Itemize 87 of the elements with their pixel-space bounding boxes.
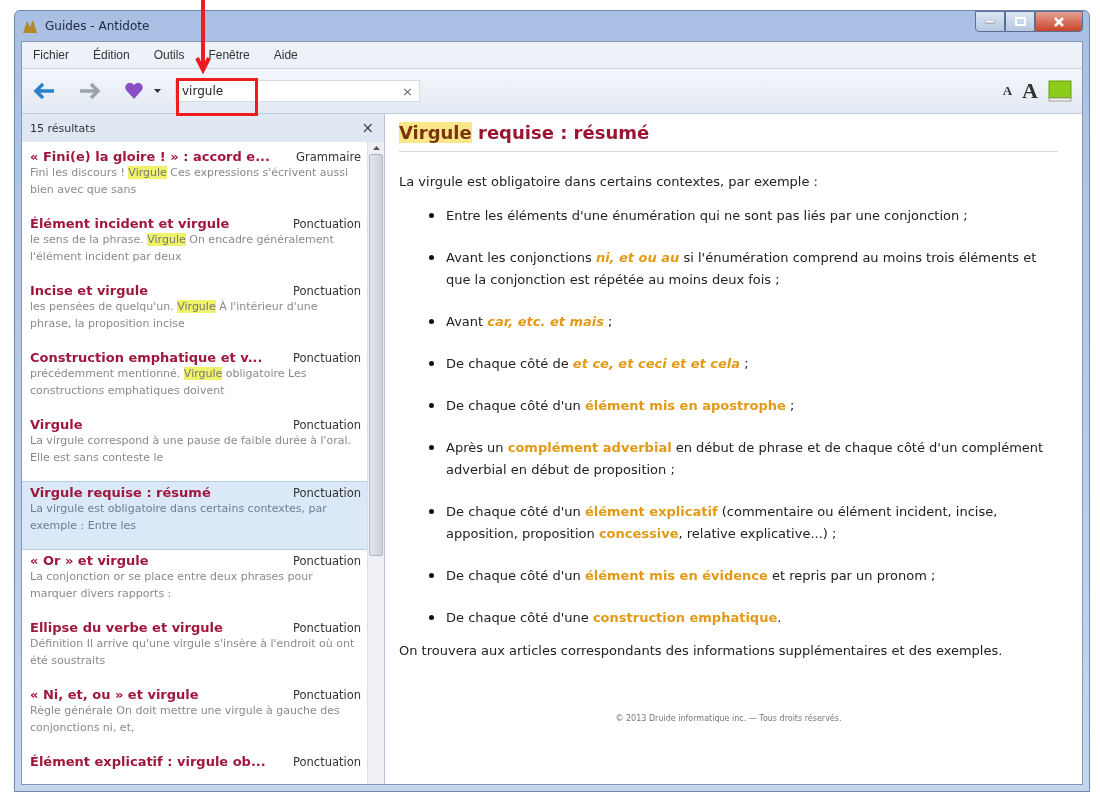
result-title: « Ni, et, ou » et virgule [30,687,199,702]
scrollbar-thumb[interactable] [369,154,383,556]
maximize-icon [1014,17,1026,26]
bullet-icon [429,319,434,324]
result-item[interactable]: Élément incident et virgule Ponctuation le sens de la phrase. Virgule On encadre généralement l'élément incident par deux [22,213,367,280]
result-snippet: La conjonction or se place entre deux phrases pour marquer divers rapports : [30,569,314,602]
result-item[interactable]: Ellipse du verbe et virgule Ponctuation Définition Il arrive qu'une virgule s'insère à l'endroit où ont été soustraits [22,617,367,684]
result-item[interactable]: Élément explicatif : virgule ob... Ponctuation [22,751,367,784]
menu-item[interactable]: Fenêtre [203,46,255,64]
result-title: Ellipse du verbe et virgule [30,620,223,635]
result-category: Ponctuation [292,486,361,500]
bullet-icon [429,361,434,366]
result-title: « Fini(e) la gloire ! » : accord e... [30,149,270,164]
result-snippet: La virgule est obligatoire dans certains contextes, par exemple : Entre les [30,501,328,534]
article-intro: La virgule est obligatoire dans certains contextes, par exemple : [399,174,819,189]
minimize-icon [985,19,995,24]
close-results-button[interactable]: × [361,119,374,137]
result-item[interactable]: Virgule Ponctuation La virgule correspond à une pause de faible durée à l'oral. Elle est sans conteste le [22,414,367,481]
result-snippet: les pensées de quelqu'un. Virgule À l'intérieur d'une phrase, la proposition incise [30,299,319,332]
bullet-icon [429,509,434,514]
article-bullet: De chaque côté d'une construction emphatique. [446,609,782,627]
clear-search-button[interactable]: × [402,83,413,99]
smaller-text-button[interactable]: A [1002,83,1013,99]
result-category: Ponctuation [292,755,361,769]
back-arrow-icon[interactable] [32,81,56,101]
result-title: Élément explicatif : virgule ob... [30,754,266,769]
book-icon[interactable] [1048,80,1072,102]
bullet-icon [429,615,434,620]
result-category: Ponctuation [292,351,361,365]
article-bullet: Avant car, etc. et mais ; [446,313,613,331]
result-item[interactable]: « Fini(e) la gloire ! » : accord e... Grammaire Fini les discours ! Virgule Ces expressions s'écrivent aussi bien avec que sans [22,146,367,213]
close-button[interactable] [1035,11,1083,32]
search-field[interactable]: virgule × [175,80,420,102]
bullet-icon [429,573,434,578]
menu-item[interactable]: Édition [88,46,135,64]
result-title: Virgule [30,417,83,432]
bullet-icon [429,255,434,260]
article-bullet: De chaque côté d'un élément mis en apostrophe ; [446,397,795,415]
result-item[interactable]: Incise et virgule Ponctuation les pensées de quelqu'un. Virgule À l'intérieur d'une phrase, la proposition incise [22,280,367,347]
article-bullet: Avant les conjonctions ni, et ou au si l'énumération comprend au moins trois éléments et que la conjonction est répétée au moins deux fois ; [446,249,1038,289]
result-category: Ponctuation [292,217,361,231]
result-snippet: Règle générale On doit mettre une virgule à gauche des conjonctions ni, et, [30,703,341,736]
article-bullet: De chaque côté d'un élément explicatif (commentaire ou élément incident, incise, apposition, proposition concessive, relative explicative...) ; [446,503,999,543]
result-snippet: précédemment mentionné. Virgule obligatoire Les constructions emphatiques doivent [30,366,308,399]
window-title: Guides - Antidote [45,19,150,33]
result-item[interactable]: Virgule requise : résumé Ponctuation La virgule est obligatoire dans certains contextes, par exemple : Entre les [22,481,367,550]
result-title: Incise et virgule [30,283,149,298]
result-category: Grammaire [296,150,361,164]
result-snippet: le sens de la phrase. Virgule On encadre généralement l'élément incident par deux [30,232,335,265]
maximize-button[interactable] [1005,11,1035,32]
result-category: Ponctuation [292,554,361,568]
result-snippet: Fini les discours ! Virgule Ces expressions s'écrivent aussi bien avec que sans [30,165,349,198]
results-count: 15 résultats [30,121,96,135]
menu-item[interactable]: Fichier [28,46,74,64]
forward-arrow-icon[interactable] [78,81,102,101]
result-category: Ponctuation [292,621,361,635]
result-title: Élément incident et virgule [30,216,230,231]
result-item[interactable]: « Ni, et, ou » et virgule Ponctuation Règle générale On doit mettre une virgule à gauche des conjonctions ni, et, [22,684,367,751]
article-bullet: Entre les éléments d'une énumération qui ne sont pas liés par une conjonction ; [446,207,968,225]
bullet-icon [429,403,434,408]
dropdown-caret-icon[interactable] [154,89,161,93]
article-title: Virgule requise : résumé [399,122,1058,152]
menu-item[interactable]: Aide [268,46,303,64]
close-icon [1054,16,1064,27]
article-bullet: De chaque côté de et ce, et ceci et et cela ; [446,355,749,373]
copyright-footer: © 2013 Druide informatique inc. — Tous droits réservés. [399,714,1058,723]
bullet-icon [429,213,434,218]
scroll-up-icon[interactable] [372,146,380,150]
result-category: Ponctuation [292,418,361,432]
result-title: « Or » et virgule [30,553,149,568]
bullet-icon [429,445,434,450]
result-category: Ponctuation [292,284,361,298]
minimize-button[interactable] [975,11,1005,32]
menu-item[interactable]: Outils [148,46,190,64]
result-snippet: Définition Il arrive qu'une virgule s'insère à l'endroit où ont été soustraits [30,636,356,669]
result-title: Construction emphatique et v... [30,350,263,365]
heart-icon[interactable] [124,82,144,100]
article-bullet: Après un complément adverbial en début de phrase et de chaque côté d'un complément adverbial en début de proposition ; [446,439,1045,479]
result-snippet: La virgule correspond à une pause de faible durée à l'oral. Elle est sans conteste le [30,433,353,466]
result-title: Virgule requise : résumé [30,485,211,500]
larger-text-button[interactable]: A [1022,78,1038,104]
result-item[interactable]: « Or » et virgule Ponctuation La conjonction or se place entre deux phrases pour marquer divers rapports : [22,550,367,617]
result-item[interactable]: Construction emphatique et v... Ponctuation précédemment mentionné. Virgule obligatoire Les constructions emphatiques doivent [22,347,367,414]
result-category: Ponctuation [292,688,361,702]
article-conclusion: On trouvera aux articles correspondants des informations supplémentaires et des exemples. [399,643,1004,658]
scrollbar[interactable] [367,142,384,784]
article-bullet: De chaque côté d'un élément mis en évidence et repris par un pronom ; [446,567,936,585]
